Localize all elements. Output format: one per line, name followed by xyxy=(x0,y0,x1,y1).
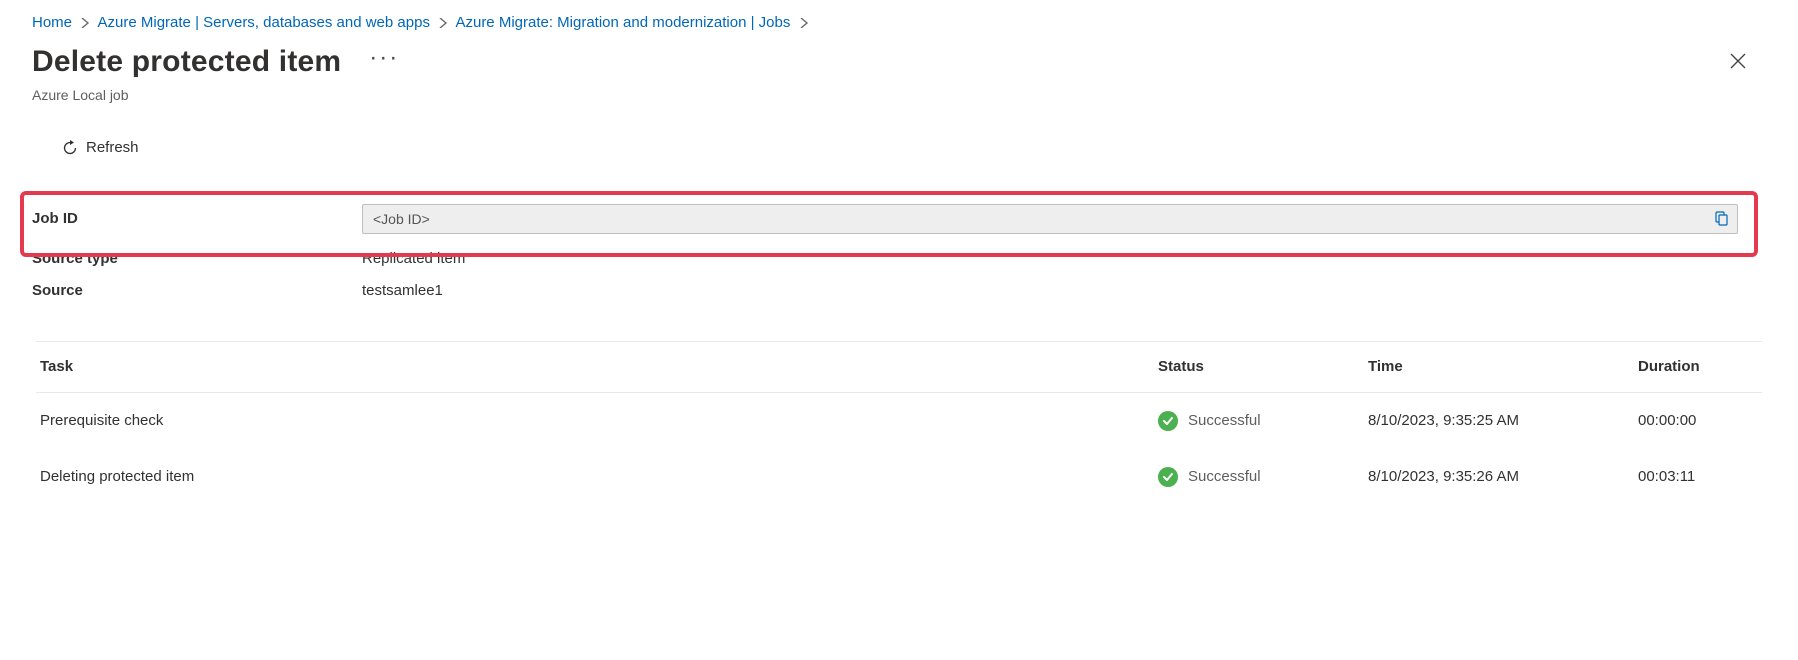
success-icon xyxy=(1158,411,1178,431)
task-duration: 00:03:11 xyxy=(1638,468,1758,485)
task-time: 8/10/2023, 9:35:25 AM xyxy=(1368,412,1638,429)
more-actions-button[interactable]: ··· xyxy=(369,53,399,63)
status-text: Successful xyxy=(1188,468,1261,485)
task-name: Deleting protected item xyxy=(40,468,1158,485)
page-subtitle: Azure Local job xyxy=(32,87,1766,103)
source-label: Source xyxy=(32,282,362,299)
source-type-label: Source type xyxy=(32,250,362,267)
column-header-status[interactable]: Status xyxy=(1158,358,1368,375)
copy-button[interactable] xyxy=(1711,209,1731,229)
breadcrumb: Home Azure Migrate | Servers, databases … xyxy=(16,0,1782,39)
table-row: Prerequisite check Successful 8/10/2023,… xyxy=(36,393,1762,449)
breadcrumb-link-jobs[interactable]: Azure Migrate: Migration and modernizati… xyxy=(455,14,790,31)
job-id-label: Job ID xyxy=(32,210,362,227)
success-icon xyxy=(1158,467,1178,487)
chevron-right-icon xyxy=(434,15,452,31)
breadcrumb-link-servers[interactable]: Azure Migrate | Servers, databases and w… xyxy=(98,14,430,31)
breadcrumb-link-home[interactable]: Home xyxy=(32,14,72,31)
job-id-value: <Job ID> xyxy=(373,211,1711,227)
column-header-task[interactable]: Task xyxy=(40,358,1158,375)
task-table: Task Status Time Duration Prerequisite c… xyxy=(36,341,1762,505)
source-type-value: Replicated item xyxy=(362,250,465,267)
refresh-label: Refresh xyxy=(86,139,139,156)
column-header-duration[interactable]: Duration xyxy=(1638,358,1758,375)
task-duration: 00:00:00 xyxy=(1638,412,1758,429)
source-value: testsamlee1 xyxy=(362,282,443,299)
table-header: Task Status Time Duration xyxy=(36,342,1762,393)
chevron-right-icon xyxy=(76,15,94,31)
refresh-button[interactable]: Refresh xyxy=(62,139,139,156)
status-text: Successful xyxy=(1188,412,1261,429)
refresh-icon xyxy=(62,140,78,156)
close-button[interactable] xyxy=(1724,47,1752,80)
task-name: Prerequisite check xyxy=(40,412,1158,429)
job-id-field[interactable]: <Job ID> xyxy=(362,204,1738,234)
page-title: Delete protected item xyxy=(32,45,341,79)
column-header-time[interactable]: Time xyxy=(1368,358,1638,375)
table-row: Deleting protected item Successful 8/10/… xyxy=(36,449,1762,505)
chevron-right-icon xyxy=(795,15,813,31)
task-time: 8/10/2023, 9:35:26 AM xyxy=(1368,468,1638,485)
